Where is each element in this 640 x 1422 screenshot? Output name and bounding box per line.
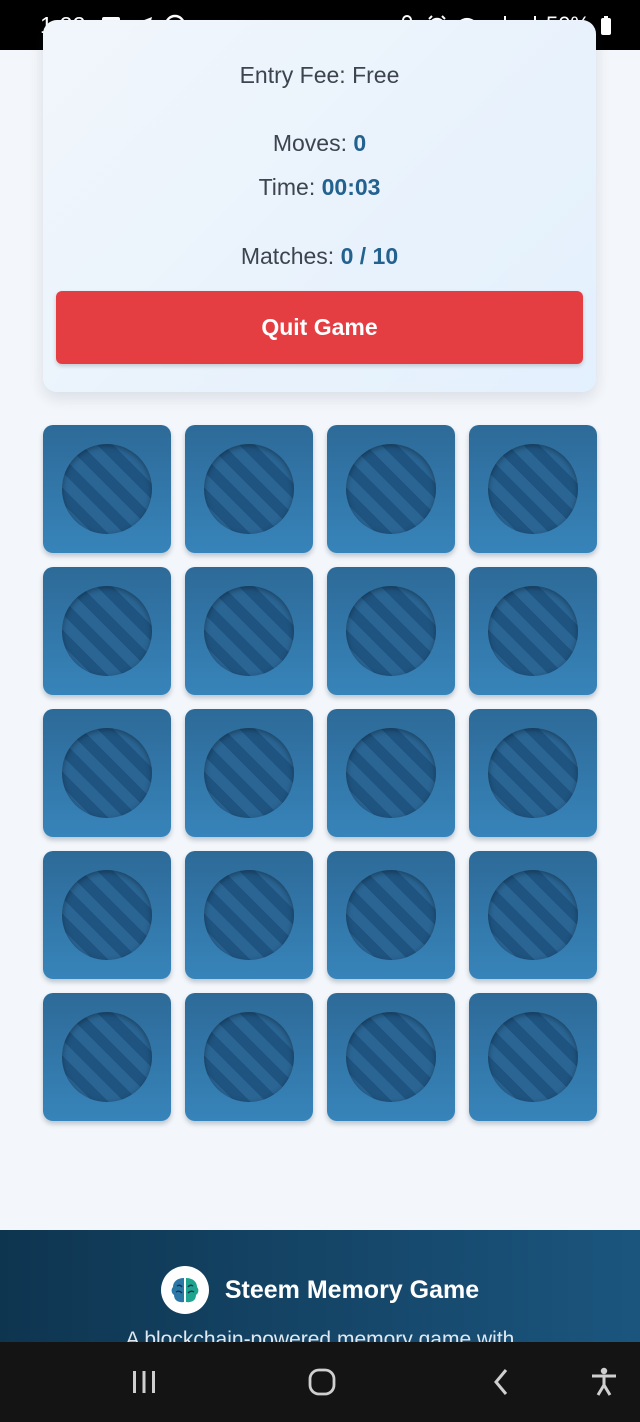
striped-circle-icon xyxy=(488,444,578,534)
memory-card[interactable] xyxy=(327,709,455,837)
memory-card[interactable] xyxy=(43,993,171,1121)
entry-fee-value: Free xyxy=(352,62,400,88)
back-icon[interactable] xyxy=(482,1362,522,1402)
game-info-panel: Entry Fee: Free Moves: 0 Time: 00:03 Mat… xyxy=(43,20,596,392)
striped-circle-icon xyxy=(488,586,578,676)
time-value: 00:03 xyxy=(321,174,381,200)
moves-line: Moves: 0 xyxy=(43,130,596,157)
memory-card[interactable] xyxy=(185,851,313,979)
memory-card[interactable] xyxy=(185,425,313,553)
memory-card[interactable] xyxy=(469,993,597,1121)
footer-brand: Steem Memory Game xyxy=(0,1266,640,1314)
striped-circle-icon xyxy=(62,870,152,960)
recent-apps-icon[interactable] xyxy=(124,1362,164,1402)
moves-label: Moves: xyxy=(272,130,347,156)
striped-circle-icon xyxy=(62,728,152,818)
brain-icon xyxy=(160,1266,209,1314)
memory-card[interactable] xyxy=(469,851,597,979)
memory-card[interactable] xyxy=(185,567,313,695)
memory-card-grid xyxy=(43,425,597,1121)
striped-circle-icon xyxy=(346,586,436,676)
time-label: Time: xyxy=(258,174,316,200)
memory-card[interactable] xyxy=(43,425,171,553)
striped-circle-icon xyxy=(488,870,578,960)
system-nav-bar xyxy=(0,1342,640,1422)
quit-game-button[interactable]: Quit Game xyxy=(56,291,583,364)
memory-card[interactable] xyxy=(185,993,313,1121)
entry-fee-line: Entry Fee: Free xyxy=(43,62,596,89)
time-line: Time: 00:03 xyxy=(43,174,596,201)
footer-title: Steem Memory Game xyxy=(224,1275,480,1304)
striped-circle-icon xyxy=(204,870,294,960)
matches-value: 0 / 10 xyxy=(340,243,399,269)
entry-fee-label: Entry Fee: xyxy=(239,62,346,88)
striped-circle-icon xyxy=(204,728,294,818)
striped-circle-icon xyxy=(204,586,294,676)
striped-circle-icon xyxy=(62,444,152,534)
striped-circle-icon xyxy=(62,586,152,676)
memory-card[interactable] xyxy=(327,851,455,979)
matches-line: Matches: 0 / 10 xyxy=(43,243,596,270)
moves-value: 0 xyxy=(353,130,367,156)
site-footer: Steem Memory Game A blockchain-powered m… xyxy=(0,1230,640,1342)
memory-card[interactable] xyxy=(327,993,455,1121)
memory-card[interactable] xyxy=(327,567,455,695)
memory-card[interactable] xyxy=(43,851,171,979)
striped-circle-icon xyxy=(488,1012,578,1102)
striped-circle-icon xyxy=(204,444,294,534)
matches-label: Matches: xyxy=(240,243,335,269)
accessibility-icon[interactable] xyxy=(584,1362,624,1402)
striped-circle-icon xyxy=(204,1012,294,1102)
striped-circle-icon xyxy=(62,1012,152,1102)
striped-circle-icon xyxy=(488,728,578,818)
memory-card[interactable] xyxy=(43,567,171,695)
striped-circle-icon xyxy=(346,444,436,534)
battery-icon xyxy=(598,14,620,36)
striped-circle-icon xyxy=(346,870,436,960)
footer-tagline: A blockchain-powered memory game with xyxy=(125,1328,515,1342)
memory-card[interactable] xyxy=(469,567,597,695)
home-icon[interactable] xyxy=(302,1362,342,1402)
memory-card[interactable] xyxy=(43,709,171,837)
memory-card[interactable] xyxy=(469,425,597,553)
memory-card[interactable] xyxy=(327,425,455,553)
striped-circle-icon xyxy=(346,1012,436,1102)
memory-card[interactable] xyxy=(185,709,313,837)
striped-circle-icon xyxy=(346,728,436,818)
memory-card[interactable] xyxy=(469,709,597,837)
